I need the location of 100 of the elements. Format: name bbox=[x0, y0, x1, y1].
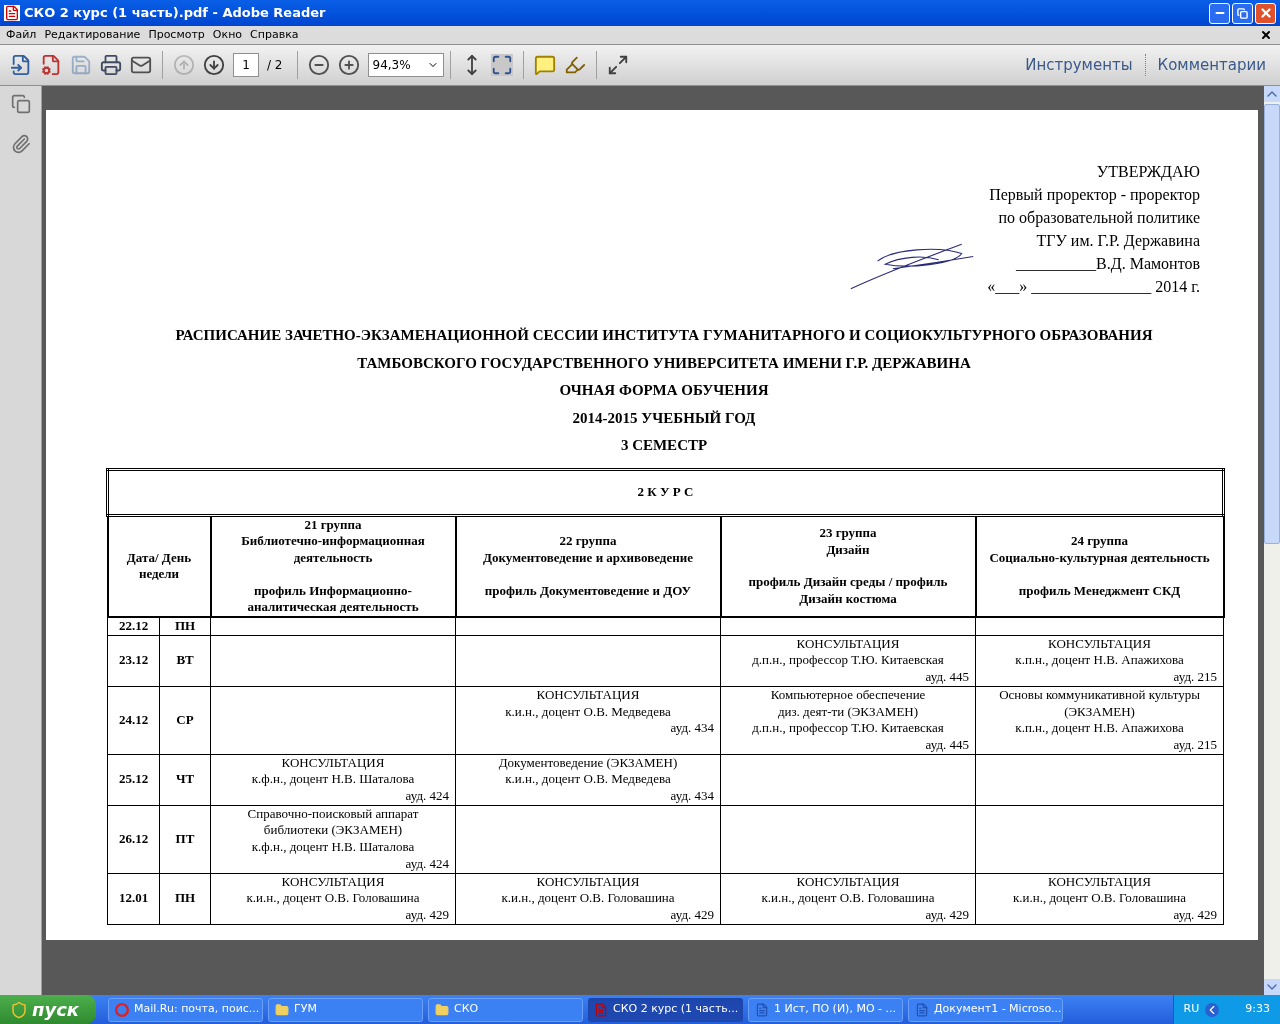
room-text: ауд. 215 bbox=[1172, 736, 1217, 754]
day-cell: ВТ bbox=[159, 635, 211, 687]
cell-text: библиотеки (ЭКЗАМЕН) bbox=[262, 822, 404, 840]
expand-tray-icon[interactable] bbox=[1205, 1002, 1220, 1017]
pages-icon[interactable] bbox=[10, 94, 31, 114]
room-text: ауд. 424 bbox=[404, 788, 449, 805]
group-text: Библиотечно-информационная деятельность bbox=[240, 533, 426, 567]
menu-item[interactable]: Просмотр bbox=[144, 26, 209, 44]
column-header: Дата/ День недели bbox=[107, 515, 211, 617]
group-text: 21 группа bbox=[303, 516, 363, 534]
folder-icon bbox=[435, 1002, 449, 1017]
approval-text: __________В.Д. Мамонтов bbox=[1016, 254, 1200, 275]
close-icon[interactable] bbox=[1260, 29, 1272, 41]
heading-text: ТАМБОВСКОГО ГОСУДАРСТВЕННОГО УНИВЕРСИТЕТА ИМЕНИ Г.Р. ДЕРЖАВИНА bbox=[357, 353, 971, 373]
cell-text: КОНСУЛЬТАЦИЯ bbox=[795, 873, 901, 891]
document-icon bbox=[915, 1002, 929, 1017]
profile-text: профиль Информационно-аналитическая деятельность bbox=[246, 582, 420, 616]
cell-text: к.ф.н., доцент Н.В. Шаталова bbox=[250, 771, 416, 789]
page-total: / 2 bbox=[267, 57, 283, 74]
heading-text: ОЧНАЯ ФОРМА ОБУЧЕНИЯ bbox=[559, 381, 769, 400]
cell-text: к.и.н., доцент О.В. Медведева bbox=[504, 771, 672, 789]
taskbar-button[interactable]: Документ1 - Microso... bbox=[908, 997, 1063, 1022]
cell-text: (ЭКЗАМЕН) bbox=[1063, 703, 1136, 721]
menu-item[interactable]: Файл bbox=[2, 26, 41, 44]
date-cell: 12.01 bbox=[107, 873, 160, 925]
taskbar-button[interactable]: Mail.Ru: почта, поис... bbox=[108, 997, 263, 1022]
profile-text: профиль Менеджмент СКД bbox=[1017, 582, 1182, 600]
day-cell: ПН bbox=[159, 617, 211, 636]
restore-icon bbox=[1237, 7, 1248, 19]
room-text: ауд. 429 bbox=[1172, 906, 1217, 924]
menu-item[interactable]: Редактирование bbox=[40, 26, 145, 44]
date-cell: 26.12 bbox=[107, 805, 160, 874]
taskbar-button[interactable]: СКО 2 курс (1 часть... bbox=[588, 997, 743, 1022]
cell-text: КОНСУЛЬТАЦИЯ bbox=[280, 873, 386, 891]
save-icon bbox=[70, 54, 92, 76]
day-cell: ПТ bbox=[159, 805, 211, 874]
mail-icon bbox=[130, 54, 152, 76]
cell-text: к.и.н., доцент О.В. Головашина bbox=[760, 890, 936, 907]
cell-text: Основы коммуникативной культуры bbox=[998, 686, 1201, 704]
approval-text: УТВЕРЖДАЮ bbox=[1096, 162, 1200, 183]
room-text: ауд. 434 bbox=[669, 788, 714, 805]
cell-text: Документоведение (ЭКЗАМЕН) bbox=[497, 754, 679, 772]
approval-text: «___» _______________ 2014 г. bbox=[987, 277, 1200, 297]
date-cell: 24.12 bbox=[107, 686, 160, 755]
taskbar-button[interactable]: СКО bbox=[428, 997, 583, 1022]
room-text: ауд. 429 bbox=[924, 906, 969, 924]
cell-text: к.и.н., доцент О.В. Головашина bbox=[1011, 890, 1188, 907]
cell-text: к.и.н., доцент О.В. Медведева bbox=[504, 703, 672, 721]
heading-text: 2014-2015 УЧЕБНЫЙ ГОД bbox=[572, 408, 756, 428]
page-field[interactable]: 1 bbox=[233, 53, 259, 77]
cell-text: к.п.н., доцент Н.В. Апажихова bbox=[1014, 652, 1185, 670]
close-button[interactable] bbox=[1255, 2, 1276, 24]
approval-text: по образовательной политике bbox=[998, 208, 1200, 229]
cell-text: КОНСУЛЬТАЦИЯ bbox=[795, 635, 901, 653]
room-text: ауд. 445 bbox=[924, 736, 969, 754]
date-cell: 23.12 bbox=[107, 635, 160, 687]
language-indicator[interactable]: RU bbox=[1183, 1001, 1200, 1018]
highlight-icon bbox=[563, 54, 586, 76]
cell-text: КОНСУЛЬТАЦИЯ bbox=[535, 686, 641, 704]
scroll-up-icon[interactable] bbox=[1264, 86, 1280, 102]
cell-text: КОНСУЛЬТАЦИЯ bbox=[280, 754, 386, 772]
scroll-down-icon[interactable] bbox=[1264, 979, 1280, 995]
start-button[interactable]: пуск bbox=[0, 995, 96, 1024]
approval-text: ТГУ им. Г.Р. Державина bbox=[1036, 231, 1200, 252]
cell-text: Компьютерное обеспечение bbox=[769, 686, 927, 704]
cell-text: КОНСУЛЬТАЦИЯ bbox=[1047, 635, 1152, 653]
taskbar-button[interactable]: 1 Ист, ПО (И), МО - ... bbox=[748, 997, 903, 1022]
taskbar-button[interactable]: ГУМ bbox=[268, 997, 423, 1022]
minimize-button[interactable] bbox=[1209, 2, 1230, 24]
cell-text: к.и.н., доцент О.В. Головашина bbox=[245, 890, 421, 907]
folder-icon bbox=[275, 1002, 289, 1017]
room-text: ауд. 429 bbox=[404, 906, 449, 924]
panel-tab[interactable]: Инструменты bbox=[1017, 53, 1141, 77]
open-icon bbox=[10, 54, 32, 76]
comment-icon bbox=[533, 54, 556, 76]
cell-text: к.и.н., доцент О.В. Головашина bbox=[500, 890, 676, 907]
scroll-thumb[interactable] bbox=[1264, 104, 1280, 544]
panel-tab[interactable]: Комментарии bbox=[1149, 53, 1274, 77]
restore-button[interactable] bbox=[1232, 2, 1253, 24]
zoom-field[interactable]: 94,3% bbox=[367, 53, 444, 77]
cell-text: к.п.н., доцент Н.В. Апажихова bbox=[1014, 720, 1185, 737]
room-text: ауд. 445 bbox=[924, 669, 969, 686]
create-icon bbox=[40, 54, 62, 76]
document-icon bbox=[755, 1002, 769, 1017]
cell-text: Справочно-поисковый аппарат bbox=[246, 805, 420, 823]
heading-text: РАСПИСАНИЕ ЗАЧЕТНО-ЭКЗАМЕНАЦИОННОЙ СЕССИИ ИНСТИТУТА ГУМАНИТАРНОГО И СОЦИОКУЛЬТУРНОГО ОБРАЗОВАНИЯ bbox=[175, 326, 1153, 345]
cell-text: д.п.н., профессор Т.Ю. Китаевская bbox=[751, 652, 945, 670]
day-cell: СР bbox=[159, 686, 211, 755]
group-text: Дизайн bbox=[825, 541, 871, 559]
menu-item[interactable]: Справка bbox=[246, 26, 303, 44]
paperclip-icon[interactable] bbox=[10, 134, 31, 154]
date-cell: 22.12 bbox=[107, 617, 160, 636]
cell-text: д.п.н., профессор Т.Ю. Китаевская bbox=[751, 720, 945, 737]
menu-item[interactable]: Окно bbox=[208, 26, 247, 44]
day-cell: ЧТ bbox=[159, 754, 211, 806]
print-icon bbox=[100, 54, 122, 76]
previous-page-icon bbox=[173, 54, 195, 76]
zoom-in-icon bbox=[337, 54, 360, 76]
next-page-icon bbox=[203, 54, 225, 76]
full-screen-icon bbox=[606, 54, 629, 76]
